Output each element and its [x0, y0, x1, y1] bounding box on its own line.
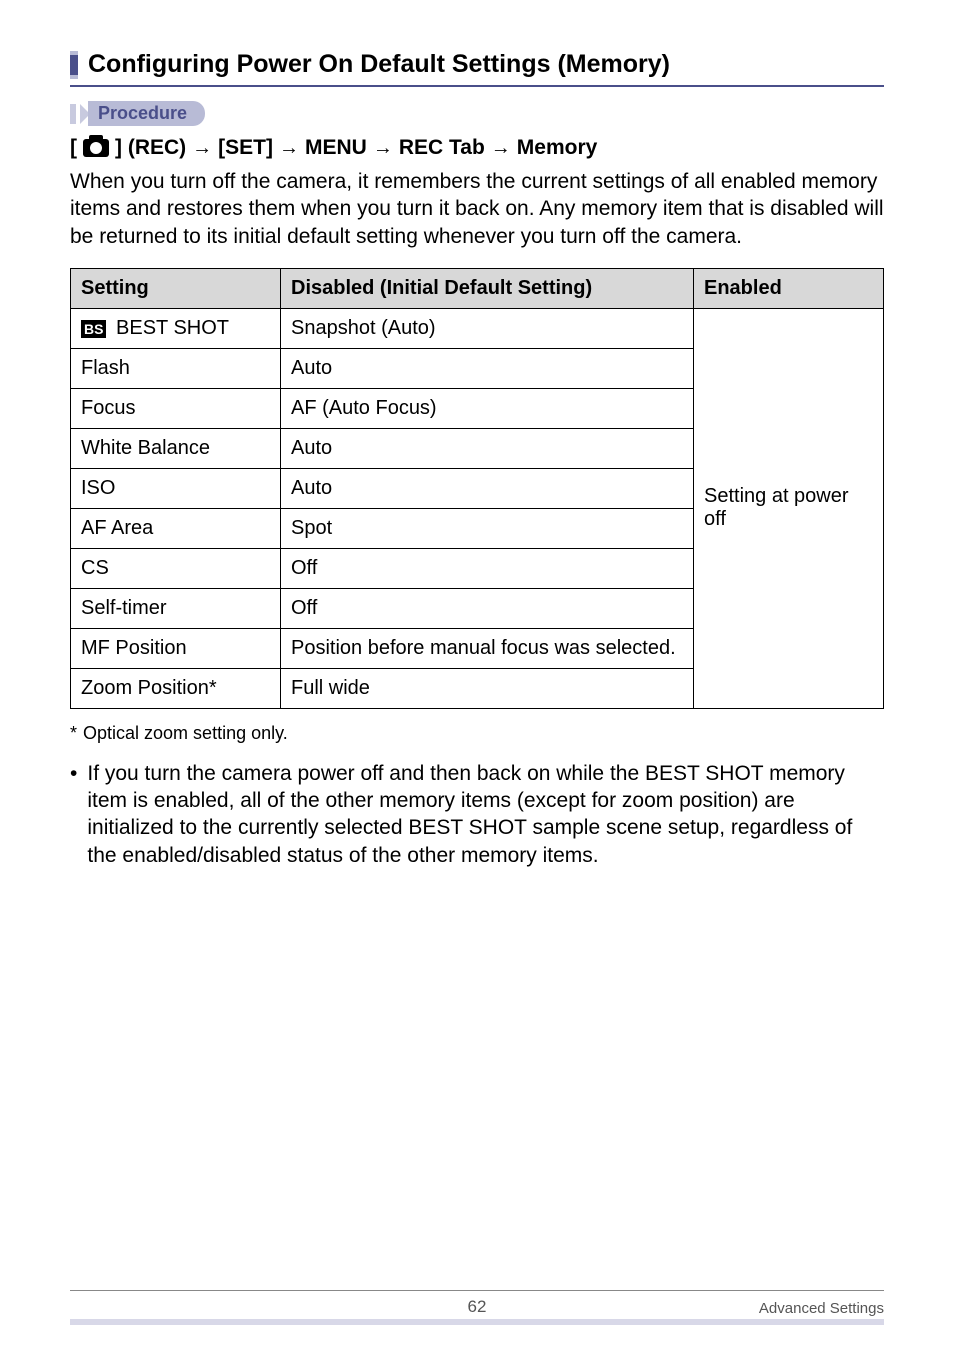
cell-setting-text: BEST SHOT [110, 317, 229, 339]
table-row: BS BEST SHOT Snapshot (Auto) Setting at … [71, 308, 884, 348]
heading-ornament [70, 51, 78, 79]
bullet-dot-icon: • [70, 760, 77, 869]
cell-setting: Zoom Position* [71, 668, 281, 708]
procedure-label: Procedure [88, 101, 205, 126]
cell-disabled: Position before manual focus was selecte… [281, 628, 694, 668]
path-set: [SET] [218, 136, 273, 160]
cell-disabled: AF (Auto Focus) [281, 388, 694, 428]
footer-section-label: Advanced Settings [759, 1300, 884, 1317]
path-rec-label: ] (REC) [115, 136, 186, 160]
header-disabled: Disabled (Initial Default Setting) [281, 268, 694, 308]
bullet-text: If you turn the camera power off and the… [87, 760, 884, 869]
cell-setting: MF Position [71, 628, 281, 668]
arrow-right-icon: → [491, 137, 511, 160]
cell-disabled: Auto [281, 428, 694, 468]
header-setting: Setting [71, 268, 281, 308]
cell-setting: Flash [71, 348, 281, 388]
path-menu: MENU [305, 136, 367, 160]
cell-disabled: Off [281, 588, 694, 628]
procedure-label-row: Procedure [70, 101, 884, 126]
cell-setting: CS [71, 548, 281, 588]
arrow-right-icon: → [279, 137, 299, 160]
path-bracket-open: [ [70, 136, 77, 160]
section-heading-bar: Configuring Power On Default Settings (M… [70, 50, 884, 87]
bullet-note: • If you turn the camera power off and t… [70, 760, 884, 869]
settings-table: Setting Disabled (Initial Default Settin… [70, 268, 884, 709]
section-heading: Configuring Power On Default Settings (M… [88, 50, 670, 79]
cell-setting: Focus [71, 388, 281, 428]
cell-setting: White Balance [71, 428, 281, 468]
cell-setting: ISO [71, 468, 281, 508]
cell-disabled: Snapshot (Auto) [281, 308, 694, 348]
page-footer: 62 Advanced Settings [70, 1290, 884, 1317]
cell-disabled: Full wide [281, 668, 694, 708]
footnote-marker: * [70, 723, 77, 744]
cell-disabled: Spot [281, 508, 694, 548]
cell-enabled: Setting at power off [694, 308, 884, 708]
footer-divider [70, 1319, 884, 1325]
header-enabled: Enabled [694, 268, 884, 308]
path-rectab: REC Tab [399, 136, 485, 160]
procedure-ornament-bar [70, 104, 76, 124]
cell-disabled: Off [281, 548, 694, 588]
footnote-text: Optical zoom setting only. [83, 723, 288, 744]
cell-setting: Self-timer [71, 588, 281, 628]
intro-paragraph: When you turn off the camera, it remembe… [70, 168, 884, 250]
bs-icon: BS [81, 320, 106, 338]
cell-disabled: Auto [281, 468, 694, 508]
cell-disabled: Auto [281, 348, 694, 388]
procedure-path: [ ] (REC) → [SET] → MENU → REC Tab → Mem… [70, 136, 884, 160]
table-header-row: Setting Disabled (Initial Default Settin… [71, 268, 884, 308]
cell-setting: BS BEST SHOT [71, 308, 281, 348]
arrow-right-icon: → [192, 137, 212, 160]
arrow-right-icon: → [373, 137, 393, 160]
camera-rec-icon [83, 139, 109, 157]
path-memory: Memory [517, 136, 598, 160]
cell-setting: AF Area [71, 508, 281, 548]
footnote: * Optical zoom setting only. [70, 723, 884, 744]
heading-ornament-inner [70, 55, 78, 75]
